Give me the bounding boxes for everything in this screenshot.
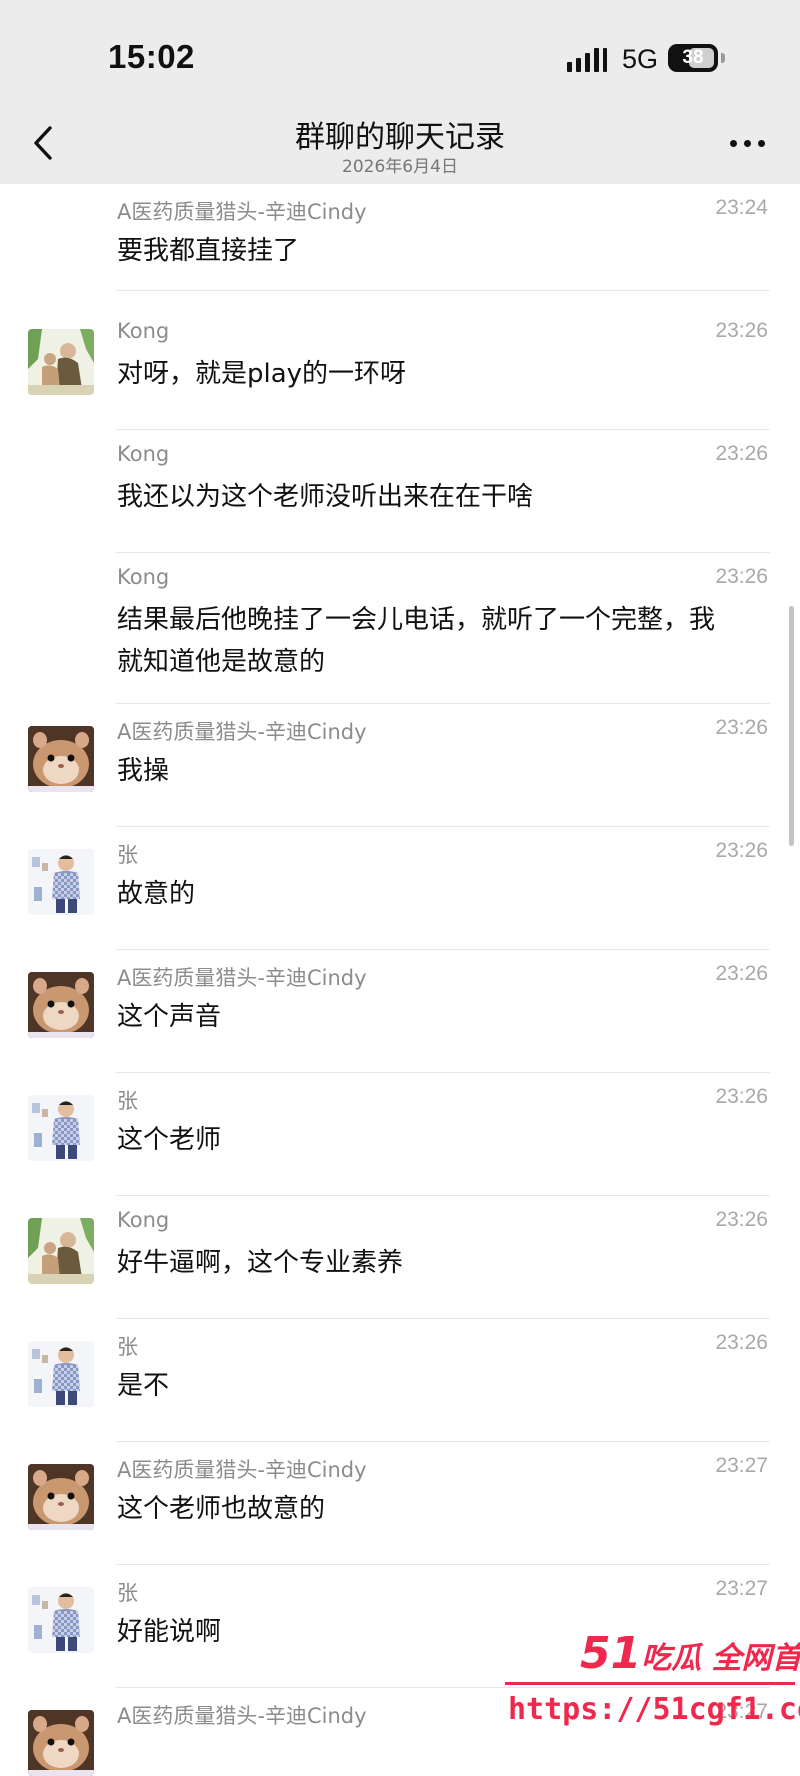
message-time: 23:26 [715, 962, 768, 985]
hamster-avatar[interactable] [28, 1710, 94, 1776]
sender-name: Kong [117, 319, 170, 343]
message-item[interactable]: A医药质量猎头-辛迪Cindy 23:27 这个老师也故意的 [0, 1442, 800, 1565]
message-item[interactable]: Kong 23:26 结果最后他晚挂了一会儿电话，就听了一个完整，我就知道他是故意的 [0, 553, 800, 704]
sender-name: A医药质量猎头-辛迪Cindy [117, 1458, 367, 1482]
status-time: 15:02 [108, 38, 195, 75]
battery-icon: 38 [668, 44, 718, 72]
message-time: 23:26 [715, 716, 768, 739]
sender-name: 张 [117, 1581, 138, 1605]
message-time: 23:27 [715, 1577, 768, 1600]
message-text: 我还以为这个老师没听出来在在干啥 [117, 482, 534, 512]
child-avatar[interactable] [28, 1341, 94, 1407]
message-item[interactable]: Kong 23:26 好牛逼啊，这个专业素养 [0, 1196, 800, 1319]
page-subtitle-date: 2026年6月4日 [342, 157, 458, 177]
message-time: 23:26 [715, 319, 768, 342]
network-type: 5G [622, 44, 659, 74]
message-time: 23:26 [715, 839, 768, 862]
message-text: 结果最后他晚挂了一会儿电话，就听了一个完整，我就知道他是故意的 [117, 605, 716, 677]
status-bar: 15:02 5G 38 [0, 0, 800, 102]
message-time: 23:26 [715, 1331, 768, 1354]
message-text: 这个声音 [117, 1002, 222, 1032]
message-time: 23:26 [715, 1085, 768, 1108]
message-item[interactable]: A医药质量猎头-辛迪Cindy 23:26 我操 [0, 704, 800, 827]
sender-name: Kong [117, 565, 170, 589]
message-item[interactable]: Kong 23:26 对呀，就是play的一环呀 [0, 307, 800, 430]
page-title: 群聊的聊天记录 [295, 120, 505, 155]
nav-bar: 群聊的聊天记录 2026年6月4日 [0, 102, 800, 184]
message-item[interactable]: 张 23:26 故意的 [0, 827, 800, 950]
watermark: 51吃瓜 全网首发 https://51cgf1.com [500, 1628, 800, 1738]
message-text: 是不 [117, 1371, 170, 1401]
battery-tip [721, 53, 725, 63]
watermark-underline [505, 1682, 795, 1685]
watermark-url: https://51cgf1.com [508, 1692, 800, 1727]
kong-avatar[interactable] [28, 329, 94, 395]
message-item[interactable]: A医药质量猎头-辛迪Cindy 23:26 这个声音 [0, 950, 800, 1073]
child-avatar[interactable] [28, 1587, 94, 1653]
message-text: 这个老师 [117, 1125, 222, 1155]
sender-name: A医药质量猎头-辛迪Cindy [117, 966, 367, 990]
hamster-avatar[interactable] [28, 726, 94, 792]
sender-name: Kong [117, 442, 170, 466]
message-time: 23:26 [715, 442, 768, 465]
message-text: 我操 [117, 756, 170, 786]
message-time: 23:27 [715, 1454, 768, 1477]
more-options-button[interactable] [728, 134, 768, 154]
message-text: 好牛逼啊，这个专业素养 [117, 1248, 404, 1278]
watermark-brand: 51吃瓜 全网首发 [580, 1628, 800, 1679]
sender-name: A医药质量猎头-辛迪Cindy [117, 720, 367, 744]
message-item[interactable]: Kong 23:26 我还以为这个老师没听出来在在干啥 [0, 430, 800, 553]
message-time: 23:26 [715, 565, 768, 588]
kong-avatar[interactable] [28, 1218, 94, 1284]
message-item[interactable]: 张 23:26 这个老师 [0, 1073, 800, 1196]
message-time: 23:26 [715, 1208, 768, 1231]
message-text: 这个老师也故意的 [117, 1494, 326, 1524]
divider [116, 290, 770, 291]
message-time: 23:24 [715, 196, 768, 219]
battery-percent: 38 [682, 47, 704, 68]
message-text: 故意的 [117, 879, 196, 909]
sender-name: A医药质量猎头-辛迪Cindy [117, 200, 367, 224]
scrollbar[interactable] [789, 606, 794, 846]
message-text: 要我都直接挂了 [117, 236, 300, 266]
sender-name: A医药质量猎头-辛迪Cindy [117, 1704, 367, 1728]
sender-name: 张 [117, 843, 138, 867]
message-text: 对呀，就是play的一环呀 [117, 359, 407, 389]
child-avatar[interactable] [28, 849, 94, 915]
sender-name: 张 [117, 1089, 138, 1113]
cellular-signal-icon [567, 46, 609, 72]
more-dots-icon [730, 140, 737, 147]
message-item[interactable]: A医药质量猎头-辛迪Cindy 23:24 要我都直接挂了 [0, 184, 800, 291]
child-avatar[interactable] [28, 1095, 94, 1161]
sender-name: Kong [117, 1208, 170, 1232]
hamster-avatar[interactable] [28, 972, 94, 1038]
message-item[interactable]: 张 23:26 是不 [0, 1319, 800, 1442]
sender-name: 张 [117, 1335, 138, 1359]
hamster-avatar[interactable] [28, 1464, 94, 1530]
